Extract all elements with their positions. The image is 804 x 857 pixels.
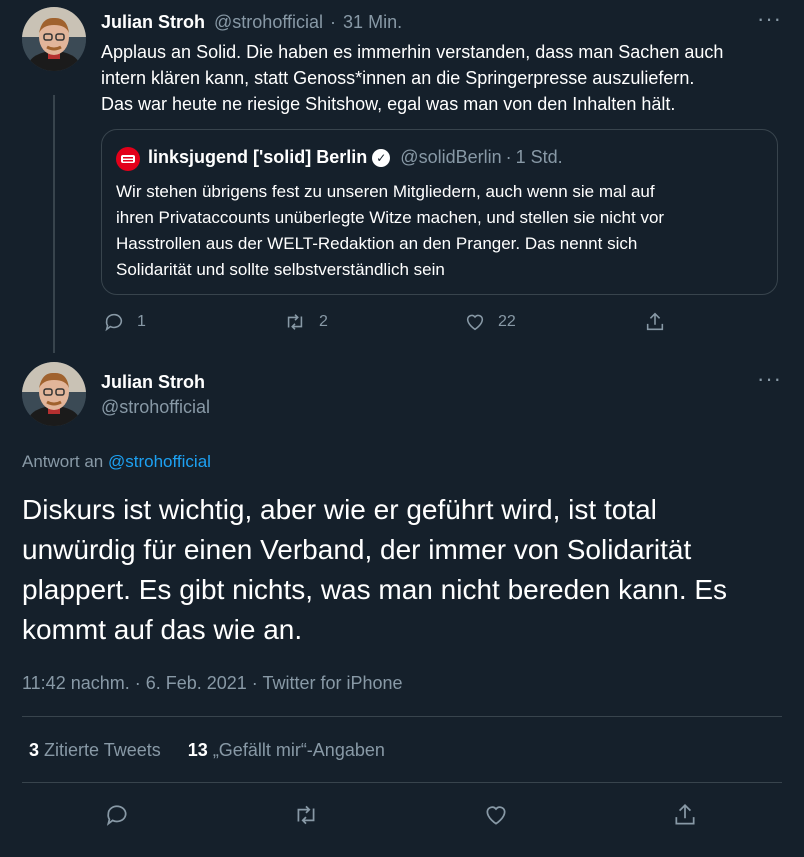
retweet-button[interactable] xyxy=(291,802,321,833)
avatar[interactable] xyxy=(22,362,86,426)
like-icon xyxy=(486,806,506,825)
retweet-button[interactable]: 2 xyxy=(283,311,328,333)
quoted-text-line: ihren Privataccounts unüberlegte Witze m… xyxy=(116,208,665,227)
reply-button[interactable]: 1 xyxy=(103,311,146,333)
tweet-text-line: intern klären kann, statt Genoss*innen a… xyxy=(101,68,695,88)
tweet-text-line: Applaus an Solid. Die haben es immerhin … xyxy=(101,42,724,62)
author-handle[interactable]: @strohofficial xyxy=(101,397,210,418)
reply-icon xyxy=(106,805,127,826)
quoted-text-line: Wir stehen übrigens fest zu unseren Mitg… xyxy=(116,182,655,201)
like-icon xyxy=(466,314,484,331)
more-icon[interactable]: ··· xyxy=(757,366,782,392)
reply-context: Antwort an @strohofficial xyxy=(22,452,211,472)
main-tweet-line: kommt auf das wie an. xyxy=(22,614,303,645)
quoted-text: Wir stehen übrigens fest zu unseren Mitg… xyxy=(116,179,771,283)
like-button[interactable]: 22 xyxy=(464,311,516,333)
main-tweet-line: unwürdig für einen Verband, der immer vo… xyxy=(22,534,692,565)
quotes-count: 3 xyxy=(29,740,40,760)
like-count: 22 xyxy=(498,313,516,330)
main-tweet-text: Diskurs ist wichtig, aber wie er geführt… xyxy=(22,490,792,650)
quotes-label: Zitierte Tweets xyxy=(44,740,161,760)
author-name[interactable]: Julian Stroh xyxy=(101,372,205,393)
tweet-time[interactable]: 31 Min. xyxy=(343,12,402,32)
reply-button[interactable] xyxy=(104,802,130,833)
quoted-text-line: Solidarität und sollte selbstverständlic… xyxy=(116,260,445,279)
likes-stat[interactable]: 13 „Gefällt mir“-Angaben xyxy=(188,740,385,760)
share-icon xyxy=(675,804,695,825)
separator: · xyxy=(505,147,512,167)
quoted-author-name: linksjugend ['solid] Berlin xyxy=(148,147,368,167)
reply-count: 1 xyxy=(137,313,146,330)
reply-prefix: Antwort an xyxy=(22,452,104,471)
quoted-tweet[interactable]: linksjugend ['solid] Berlin ✓ @solidBerl… xyxy=(101,129,778,295)
divider xyxy=(22,716,782,717)
likes-count: 13 xyxy=(187,740,208,760)
quoted-avatar xyxy=(116,147,140,171)
tweet1-header: Julian Stroh @strohofficial · 31 Min. xyxy=(101,12,402,33)
tweet-meta[interactable]: 11:42 nachm. · 6. Feb. 2021 · Twitter fo… xyxy=(22,673,403,694)
more-icon[interactable]: ··· xyxy=(757,6,782,32)
author-name[interactable]: Julian Stroh xyxy=(101,12,205,32)
like-button[interactable] xyxy=(482,802,510,833)
quoted-author-handle: @solidBerlin xyxy=(400,147,502,167)
main-tweet-line: plappert. Es gibt nichts, was man nicht … xyxy=(22,574,728,605)
main-tweet-line: Diskurs ist wichtig, aber wie er geführt… xyxy=(22,494,657,525)
likes-label: „Gefällt mir“-Angaben xyxy=(212,740,385,760)
quotes-stat[interactable]: 3 Zitierte Tweets xyxy=(29,740,166,760)
share-icon xyxy=(646,312,664,331)
tweet-stats: 3 Zitierte Tweets 13 „Gefällt mir“-Angab… xyxy=(29,740,385,761)
retweet-count: 2 xyxy=(319,313,328,330)
share-button[interactable] xyxy=(672,800,698,835)
avatar[interactable] xyxy=(22,7,86,71)
tweet-text-line: Das war heute ne riesige Shitshow, egal … xyxy=(101,94,676,114)
tweet-text: Applaus an Solid. Die haben es immerhin … xyxy=(101,39,791,117)
separator: · xyxy=(330,12,337,32)
reply-to-link[interactable]: @strohofficial xyxy=(108,452,211,471)
quoted-header: linksjugend ['solid] Berlin ✓ @solidBerl… xyxy=(148,147,563,168)
quoted-text-line: Hasstrollen aus der WELT-Redaktion an de… xyxy=(116,234,638,253)
author-handle[interactable]: @strohofficial xyxy=(214,12,323,32)
divider xyxy=(22,782,782,783)
share-button[interactable] xyxy=(644,310,678,334)
quoted-time: 1 Std. xyxy=(515,147,563,167)
thread-line xyxy=(53,95,55,353)
retweet-icon xyxy=(287,314,303,330)
reply-icon xyxy=(105,313,123,332)
verified-icon: ✓ xyxy=(372,148,391,167)
retweet-icon xyxy=(297,805,315,825)
